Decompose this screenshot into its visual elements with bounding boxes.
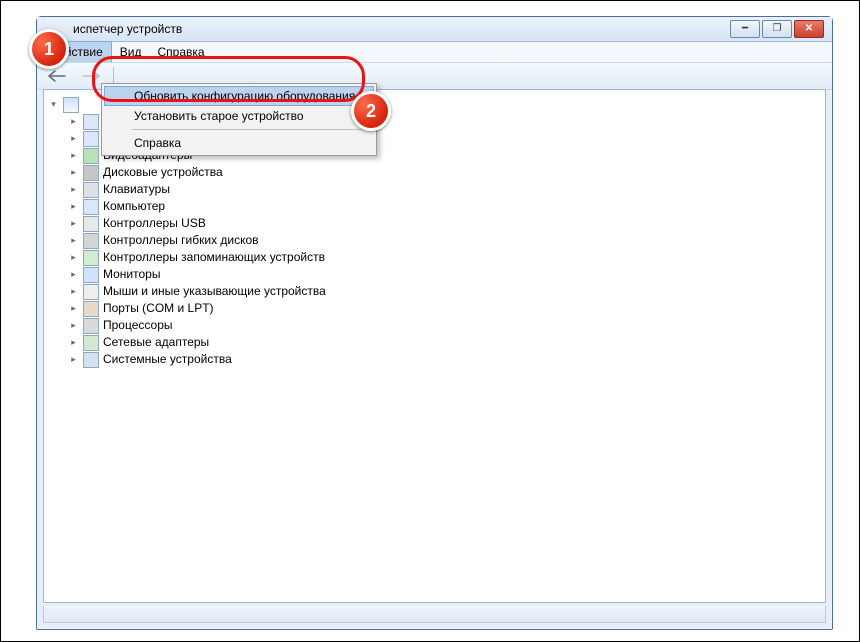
- tree-item[interactable]: Процессоры: [48, 317, 821, 334]
- device-icon: [83, 114, 99, 130]
- storage-controller-icon: [83, 250, 99, 266]
- menuitem-help[interactable]: Справка: [104, 133, 374, 153]
- menu-help[interactable]: Справка: [149, 42, 212, 62]
- tree-item-label: Сетевые адаптеры: [103, 334, 209, 351]
- tree-item[interactable]: Клавиатуры: [48, 181, 821, 198]
- mouse-icon: [83, 284, 99, 300]
- usb-icon: [83, 216, 99, 232]
- titlebar[interactable]: испетчер устройств ━ ❐ ✕: [37, 17, 832, 42]
- computer-icon: [83, 199, 99, 215]
- expand-icon[interactable]: [68, 201, 79, 212]
- expand-icon[interactable]: [68, 150, 79, 161]
- port-icon: [83, 301, 99, 317]
- tree-item[interactable]: Контроллеры запоминающих устройств: [48, 249, 821, 266]
- tree-item[interactable]: Системные устройства: [48, 351, 821, 368]
- tree-item[interactable]: Мыши и иные указывающие устройства: [48, 283, 821, 300]
- network-icon: [83, 335, 99, 351]
- window-title: испетчер устройств: [45, 22, 730, 36]
- annotation-marker-2: 2: [351, 91, 391, 131]
- expand-icon[interactable]: [68, 116, 79, 127]
- tree-item[interactable]: Контроллеры гибких дисков: [48, 232, 821, 249]
- expand-icon[interactable]: [68, 235, 79, 246]
- menu-separator: [132, 129, 372, 130]
- close-button[interactable]: ✕: [794, 20, 824, 38]
- device-icon: [83, 131, 99, 147]
- expand-icon[interactable]: [68, 133, 79, 144]
- tree-item-label: Контроллеры USB: [103, 215, 206, 232]
- system-device-icon: [83, 352, 99, 368]
- maximize-button[interactable]: ❐: [762, 20, 792, 38]
- tree-item-label: Мыши и иные указывающие устройства: [103, 283, 326, 300]
- expand-icon[interactable]: [68, 269, 79, 280]
- nav-back-button[interactable]: [43, 66, 71, 86]
- expand-icon[interactable]: [68, 218, 79, 229]
- menuitem-scan-hardware[interactable]: Обновить конфигурацию оборудования: [104, 86, 374, 106]
- tree-item-label: Компьютер: [103, 198, 165, 215]
- tree-panel: Видеоадаптеры Дисковые устройства Клавиа…: [43, 89, 826, 603]
- keyboard-icon: [83, 182, 99, 198]
- tree-item[interactable]: Контроллеры USB: [48, 215, 821, 232]
- expand-icon[interactable]: [68, 303, 79, 314]
- expand-icon[interactable]: [68, 252, 79, 263]
- expand-icon[interactable]: [68, 337, 79, 348]
- expand-icon[interactable]: [68, 184, 79, 195]
- tree-item-label: Клавиатуры: [103, 181, 170, 198]
- expand-icon[interactable]: [68, 286, 79, 297]
- tree-item[interactable]: Порты (COM и LPT): [48, 300, 821, 317]
- display-adapter-icon: [83, 148, 99, 164]
- disk-icon: [83, 165, 99, 181]
- monitor-icon: [83, 267, 99, 283]
- tree-item[interactable]: Дисковые устройства: [48, 164, 821, 181]
- tree-item-label: Контроллеры гибких дисков: [103, 232, 259, 249]
- tree-item-label: Системные устройства: [103, 351, 232, 368]
- tree-item-label: [83, 96, 86, 113]
- tree-item-label: Контроллеры запоминающих устройств: [103, 249, 325, 266]
- tree-item[interactable]: Компьютер: [48, 198, 821, 215]
- tree-item[interactable]: Сетевые адаптеры: [48, 334, 821, 351]
- expand-icon[interactable]: [68, 167, 79, 178]
- annotation-marker-1: 1: [29, 29, 69, 69]
- expand-icon[interactable]: [68, 354, 79, 365]
- tree-item-label: Процессоры: [103, 317, 173, 334]
- menuitem-add-legacy[interactable]: Установить старое устройство: [104, 106, 374, 126]
- cpu-icon: [83, 318, 99, 334]
- expand-icon[interactable]: [48, 99, 59, 110]
- tree-item[interactable]: Мониторы: [48, 266, 821, 283]
- menu-view[interactable]: Вид: [112, 42, 150, 62]
- menubar: Действие Вид Справка: [37, 42, 832, 63]
- action-dropdown: Обновить конфигурацию оборудования Устан…: [101, 83, 377, 156]
- tree-item-label: Дисковые устройства: [103, 164, 223, 181]
- statusbar: [43, 606, 826, 623]
- expand-icon[interactable]: [68, 320, 79, 331]
- minimize-button[interactable]: ━: [730, 20, 760, 38]
- computer-icon: [63, 97, 79, 113]
- floppy-icon: [83, 233, 99, 249]
- tree-item-label: Порты (COM и LPT): [103, 300, 214, 317]
- tree-item-label: Мониторы: [103, 266, 160, 283]
